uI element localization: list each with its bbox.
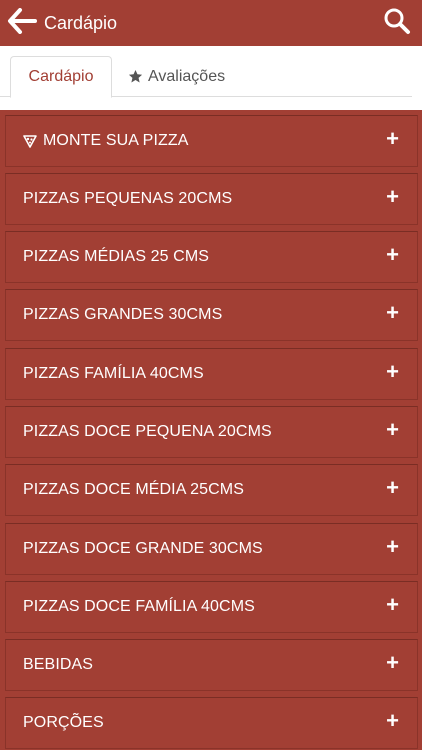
tabs-bar: Cardápio Avaliações: [0, 46, 422, 110]
menu-category-pizzas-medias[interactable]: PIZZAS MÉDIAS 25 CMS +: [5, 231, 418, 283]
expand-icon: +: [386, 242, 399, 268]
search-button[interactable]: [380, 6, 414, 40]
expand-icon: +: [386, 184, 399, 210]
menu-category-pizzas-familia[interactable]: PIZZAS FAMÍLIA 40CMS +: [5, 348, 418, 400]
tab-label: Avaliações: [148, 67, 226, 85]
expand-icon: +: [386, 300, 399, 326]
page-title: Cardápio: [44, 12, 118, 33]
menu-category-porcoes[interactable]: PORÇÕES +: [5, 697, 418, 749]
star-icon: [128, 69, 143, 84]
menu-category-label: MONTE SUA PIZZA: [23, 132, 189, 150]
menu-category-label: PIZZAS DOCE GRANDE 30CMS: [23, 540, 263, 557]
expand-icon: +: [386, 534, 399, 560]
app-header: Cardápio: [0, 0, 422, 46]
expand-icon: +: [386, 417, 399, 443]
menu-category-label: PIZZAS GRANDES 30CMS: [23, 306, 223, 323]
menu-category-label: PIZZAS DOCE PEQUENA 20CMS: [23, 423, 272, 440]
expand-icon: +: [386, 126, 399, 152]
expand-icon: +: [386, 708, 399, 734]
menu-panel: MONTE SUA PIZZA + PIZZAS PEQUENAS 20CMS …: [0, 110, 422, 750]
expand-icon: +: [386, 592, 399, 618]
expand-icon: +: [386, 650, 399, 676]
menu-category-label: PIZZAS FAMÍLIA 40CMS: [23, 365, 204, 382]
menu-category-pizzas-doce-grande[interactable]: PIZZAS DOCE GRANDE 30CMS +: [5, 523, 418, 575]
expand-icon: +: [386, 359, 399, 385]
menu-category-label: PIZZAS DOCE FAMÍLIA 40CMS: [23, 598, 255, 615]
menu-category-pizzas-doce-pequena[interactable]: PIZZAS DOCE PEQUENA 20CMS +: [5, 406, 418, 458]
pizza-slice-icon: [23, 134, 37, 148]
menu-category-pizzas-doce-media[interactable]: PIZZAS DOCE MÉDIA 25CMS +: [5, 464, 418, 516]
menu-category-pizzas-grandes[interactable]: PIZZAS GRANDES 30CMS +: [5, 289, 418, 341]
menu-category-pizzas-doce-familia[interactable]: PIZZAS DOCE FAMÍLIA 40CMS +: [5, 581, 418, 633]
tab-avaliacoes[interactable]: Avaliações: [128, 56, 225, 97]
menu-category-label: BEBIDAS: [23, 656, 94, 673]
menu-category-label: PORÇÕES: [23, 714, 104, 731]
tab-cardapio[interactable]: Cardápio: [10, 56, 112, 98]
back-button[interactable]: [2, 0, 42, 46]
menu-category-label: PIZZAS PEQUENAS 20CMS: [23, 190, 233, 207]
menu-category-monte-sua-pizza[interactable]: MONTE SUA PIZZA +: [5, 115, 418, 167]
menu-category-pizzas-pequenas[interactable]: PIZZAS PEQUENAS 20CMS +: [5, 173, 418, 225]
menu-category-bebidas[interactable]: BEBIDAS +: [5, 639, 418, 691]
expand-icon: +: [386, 475, 399, 501]
tab-label: Cardápio: [28, 68, 94, 85]
arrow-left-icon: [7, 7, 37, 39]
menu-category-label: PIZZAS MÉDIAS 25 CMS: [23, 248, 210, 265]
search-icon: [383, 7, 411, 40]
menu-category-label: PIZZAS DOCE MÉDIA 25CMS: [23, 481, 245, 498]
